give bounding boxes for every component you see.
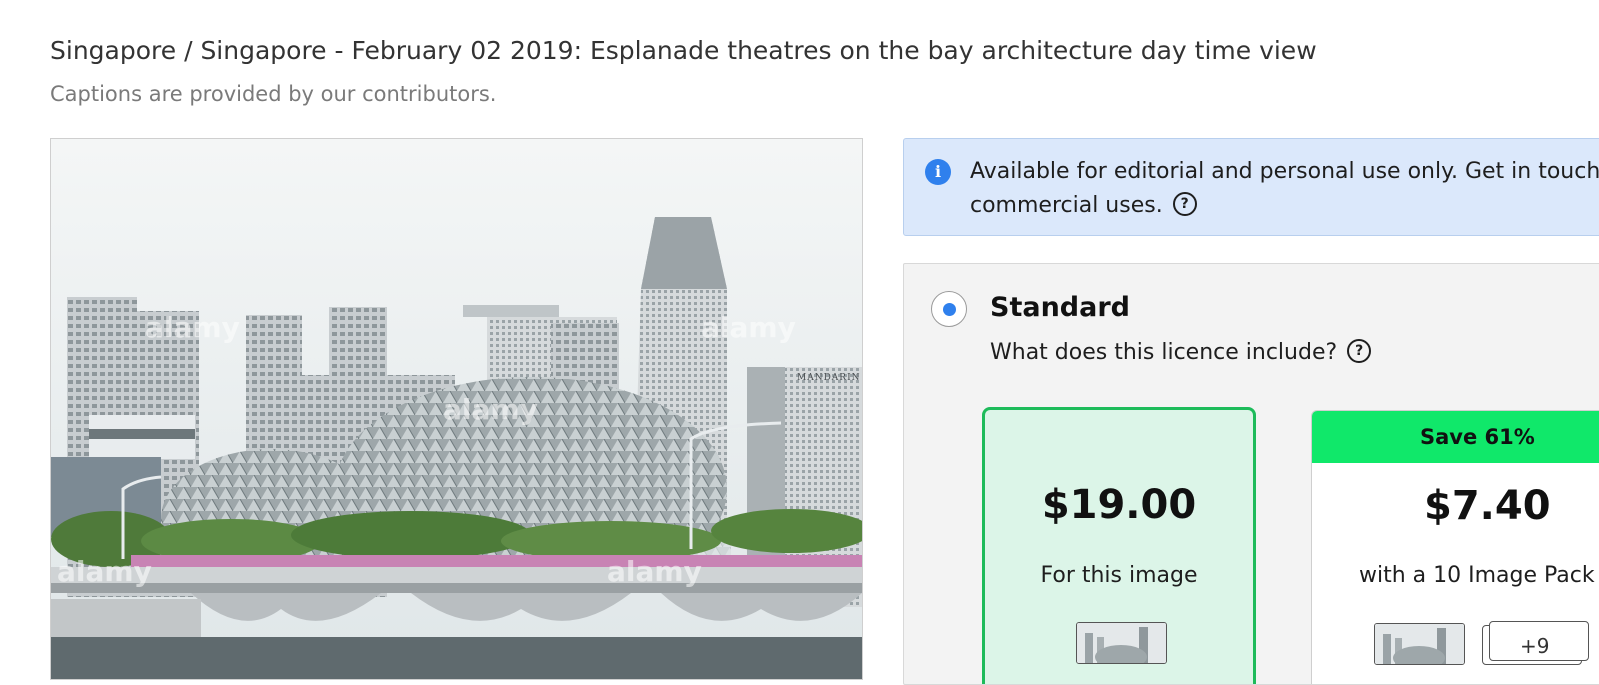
editorial-notice-message: Available for editorial and personal use… (970, 159, 1599, 218)
editorial-notice-text: Available for editorial and personal use… (970, 155, 1599, 223)
save-badge: Save 61% (1312, 411, 1599, 463)
watermark-5: alamy (607, 555, 702, 588)
licence-panel: Standard What does this licence include?… (903, 263, 1599, 685)
watermark-2: alamy (701, 311, 796, 344)
watermark-3: alamy (443, 393, 538, 426)
page-title: Singapore / Singapore - February 02 2019… (50, 36, 1317, 65)
price-single: $19.00 (1041, 482, 1197, 528)
price-option-single[interactable]: $19.00 For this image (982, 407, 1256, 684)
image-thumbnail (1374, 623, 1465, 665)
price-pack: $7.40 (1424, 483, 1551, 529)
mandarin-sign: MANDARIN (797, 373, 861, 383)
watermark-4: alamy (57, 555, 152, 588)
caption-note: Captions are provided by our contributor… (50, 82, 497, 106)
price-single-description: For this image (1040, 563, 1198, 588)
radio-selected-dot (943, 303, 956, 316)
info-icon: i (925, 159, 951, 185)
photo-illustration: MANDARIN alamy alamy alamy alamy alamy (51, 139, 862, 679)
price-pack-description: with a 10 Image Pack (1359, 563, 1595, 588)
price-option-pack[interactable]: Save 61% $7.40 with a 10 Image Pack +9 (1311, 410, 1599, 684)
licence-info-text: What does this licence include? (990, 340, 1338, 365)
question-circle-icon[interactable]: ? (1347, 339, 1372, 363)
pack-more-count: +9 (1489, 621, 1589, 661)
licence-radio-standard[interactable] (931, 291, 967, 327)
image-thumbnail (1076, 622, 1167, 664)
question-circle-icon[interactable]: ? (1172, 192, 1197, 216)
licence-name: Standard (990, 292, 1130, 323)
editorial-notice: i Available for editorial and personal u… (903, 138, 1599, 236)
licence-info-link[interactable]: What does this licence include?? (990, 339, 1372, 365)
watermark-1: alamy (145, 311, 240, 344)
stock-photo[interactable]: MANDARIN alamy alamy alamy alamy alamy (50, 138, 863, 680)
